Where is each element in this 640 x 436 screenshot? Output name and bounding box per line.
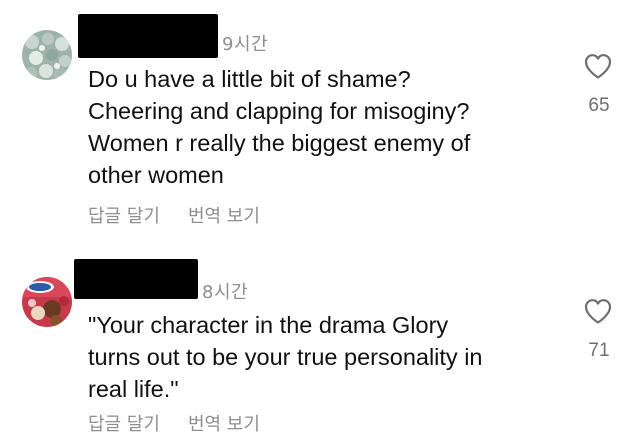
comment-actions: 답글 달기 번역 보기 <box>88 410 260 436</box>
comment-text: "Your character in the drama Glory turns… <box>88 309 558 405</box>
redacted-username <box>74 259 198 299</box>
avatar[interactable] <box>22 30 72 80</box>
comment-line: turns out to be your true personality in <box>88 344 483 370</box>
redacted-username <box>78 14 218 58</box>
reply-button[interactable]: 답글 달기 <box>88 206 160 227</box>
see-translation-button[interactable]: 번역 보기 <box>188 206 260 227</box>
avatar[interactable] <box>22 277 72 327</box>
comment-actions: 답글 달기 번역 보기 <box>88 202 260 228</box>
comment-line: Women r really the biggest enemy of <box>88 130 471 156</box>
see-translation-button[interactable]: 번역 보기 <box>188 414 260 435</box>
comment-timestamp: 9시간 <box>222 34 269 55</box>
comment-line: real life." <box>88 376 179 402</box>
comment-timestamp: 8시간 <box>202 282 249 303</box>
comment-item: 9시간 Do u have a little bit of shame? Che… <box>0 0 640 245</box>
comment-line: "Your character in the drama Glory <box>88 312 449 338</box>
comment-line: Cheering and clapping for misoginy? <box>88 98 470 124</box>
comment-item: 8시간 "Your character in the drama Glory t… <box>0 245 640 435</box>
reply-button[interactable]: 답글 달기 <box>88 414 160 435</box>
heart-outline-icon[interactable] <box>583 52 613 80</box>
like-count: 71 <box>588 340 610 361</box>
comment-line: Do u have a little bit of shame? <box>88 66 411 92</box>
heart-outline-icon[interactable] <box>583 297 613 325</box>
like-count: 65 <box>588 95 610 116</box>
comment-line: other women <box>88 162 224 188</box>
comment-text: Do u have a little bit of shame? Cheerin… <box>88 63 558 191</box>
